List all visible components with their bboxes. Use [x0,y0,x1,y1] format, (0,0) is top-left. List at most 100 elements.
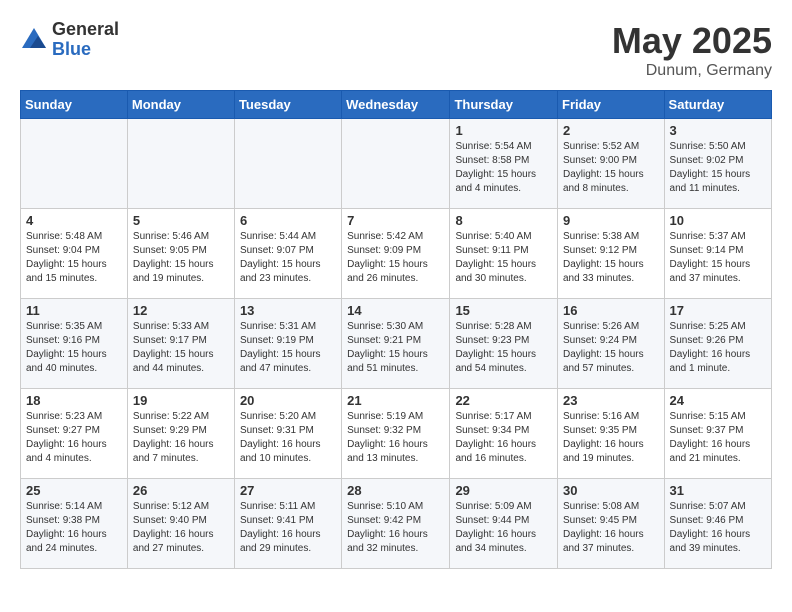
calendar-day-cell: 6 Sunrise: 5:44 AM Sunset: 9:07 PM Daylig… [234,209,341,299]
calendar-day-cell: 23 Sunrise: 5:16 AM Sunset: 9:35 PM Dayli… [558,389,665,479]
day-number: 22 [455,393,552,408]
weekday-header-tuesday: Tuesday [234,91,341,119]
day-info: Sunrise: 5:16 AM Sunset: 9:35 PM Dayligh… [563,410,659,466]
day-number: 4 [26,213,122,228]
day-number: 15 [455,303,552,318]
day-info: Sunrise: 5:14 AM Sunset: 9:38 PM Dayligh… [26,500,122,556]
weekday-header-sunday: Sunday [21,91,128,119]
day-number: 29 [455,483,552,498]
day-number: 26 [133,483,229,498]
weekday-header-wednesday: Wednesday [342,91,450,119]
title-block: May 2025 Dunum, Germany [612,20,772,80]
month-title: May 2025 [612,20,772,62]
calendar-day-cell: 22 Sunrise: 5:17 AM Sunset: 9:34 PM Dayli… [450,389,558,479]
calendar-day-cell: 17Sunrise: 5:25 AM Sunset: 9:26 PM Dayli… [664,299,771,389]
day-info: Sunrise: 5:31 AM Sunset: 9:19 PM Dayligh… [240,320,336,376]
empty-cell [21,119,128,209]
calendar-table: SundayMondayTuesdayWednesdayThursdayFrid… [20,90,772,569]
day-info: Sunrise: 5:19 AM Sunset: 9:32 PM Dayligh… [347,410,444,466]
calendar-day-cell: 30Sunrise: 5:08 AM Sunset: 9:45 PM Dayli… [558,479,665,569]
location-title: Dunum, Germany [612,62,772,80]
calendar-day-cell: 26Sunrise: 5:12 AM Sunset: 9:40 PM Dayli… [127,479,234,569]
calendar-day-cell: 21 Sunrise: 5:19 AM Sunset: 9:32 PM Dayli… [342,389,450,479]
calendar-day-cell: 27 Sunrise: 5:11 AM Sunset: 9:41 PM Dayli… [234,479,341,569]
calendar-day-cell: 16Sunrise: 5:26 AM Sunset: 9:24 PM Dayli… [558,299,665,389]
calendar-day-cell: 7 Sunrise: 5:42 AM Sunset: 9:09 PM Daylig… [342,209,450,299]
logo-blue: Blue [52,40,119,60]
calendar-day-cell: 28 Sunrise: 5:10 AM Sunset: 9:42 PM Dayli… [342,479,450,569]
day-info: Sunrise: 5:22 AM Sunset: 9:29 PM Dayligh… [133,410,229,466]
day-number: 20 [240,393,336,408]
calendar-week-row: 11 Sunrise: 5:35 AM Sunset: 9:16 PM Dayli… [21,299,772,389]
day-info: Sunrise: 5:17 AM Sunset: 9:34 PM Dayligh… [455,410,552,466]
calendar-week-row: 18Sunrise: 5:23 AM Sunset: 9:27 PM Dayli… [21,389,772,479]
day-number: 31 [670,483,766,498]
calendar-day-cell: 3Sunrise: 5:50 AM Sunset: 9:02 PM Daylig… [664,119,771,209]
day-number: 2 [563,123,659,138]
day-info: Sunrise: 5:25 AM Sunset: 9:26 PM Dayligh… [670,320,766,376]
empty-cell [127,119,234,209]
day-number: 13 [240,303,336,318]
calendar-day-cell: 20 Sunrise: 5:20 AM Sunset: 9:31 PM Dayli… [234,389,341,479]
calendar-day-cell: 25 Sunrise: 5:14 AM Sunset: 9:38 PM Dayli… [21,479,128,569]
day-number: 14 [347,303,444,318]
day-number: 28 [347,483,444,498]
calendar-day-cell: 13 Sunrise: 5:31 AM Sunset: 9:19 PM Dayli… [234,299,341,389]
day-number: 25 [26,483,122,498]
day-number: 8 [455,213,552,228]
calendar-day-cell: 11 Sunrise: 5:35 AM Sunset: 9:16 PM Dayli… [21,299,128,389]
calendar-day-cell: 10Sunrise: 5:37 AM Sunset: 9:14 PM Dayli… [664,209,771,299]
day-info: Sunrise: 5:50 AM Sunset: 9:02 PM Dayligh… [670,140,766,196]
day-info: Sunrise: 5:46 AM Sunset: 9:05 PM Dayligh… [133,230,229,286]
weekday-header-thursday: Thursday [450,91,558,119]
calendar-week-row: 4 Sunrise: 5:48 AM Sunset: 9:04 PM Daylig… [21,209,772,299]
day-number: 27 [240,483,336,498]
day-number: 9 [563,213,659,228]
empty-cell [342,119,450,209]
day-info: Sunrise: 5:40 AM Sunset: 9:11 PM Dayligh… [455,230,552,286]
day-info: Sunrise: 5:15 AM Sunset: 9:37 PM Dayligh… [670,410,766,466]
day-info: Sunrise: 5:54 AM Sunset: 8:58 PM Dayligh… [455,140,552,196]
calendar-day-cell: 19Sunrise: 5:22 AM Sunset: 9:29 PM Dayli… [127,389,234,479]
day-info: Sunrise: 5:37 AM Sunset: 9:14 PM Dayligh… [670,230,766,286]
empty-cell [234,119,341,209]
calendar-week-row: 1 Sunrise: 5:54 AM Sunset: 8:58 PM Daylig… [21,119,772,209]
calendar-day-cell: 24 Sunrise: 5:15 AM Sunset: 9:37 PM Dayli… [664,389,771,479]
day-info: Sunrise: 5:52 AM Sunset: 9:00 PM Dayligh… [563,140,659,196]
day-number: 23 [563,393,659,408]
day-info: Sunrise: 5:38 AM Sunset: 9:12 PM Dayligh… [563,230,659,286]
day-info: Sunrise: 5:44 AM Sunset: 9:07 PM Dayligh… [240,230,336,286]
day-number: 11 [26,303,122,318]
day-info: Sunrise: 5:23 AM Sunset: 9:27 PM Dayligh… [26,410,122,466]
weekday-header-monday: Monday [127,91,234,119]
weekday-header-row: SundayMondayTuesdayWednesdayThursdayFrid… [21,91,772,119]
day-info: Sunrise: 5:35 AM Sunset: 9:16 PM Dayligh… [26,320,122,376]
day-info: Sunrise: 5:10 AM Sunset: 9:42 PM Dayligh… [347,500,444,556]
logo-icon [20,26,48,54]
day-info: Sunrise: 5:48 AM Sunset: 9:04 PM Dayligh… [26,230,122,286]
calendar-day-cell: 15 Sunrise: 5:28 AM Sunset: 9:23 PM Dayli… [450,299,558,389]
day-info: Sunrise: 5:30 AM Sunset: 9:21 PM Dayligh… [347,320,444,376]
calendar-day-cell: 5Sunrise: 5:46 AM Sunset: 9:05 PM Daylig… [127,209,234,299]
day-info: Sunrise: 5:33 AM Sunset: 9:17 PM Dayligh… [133,320,229,376]
calendar-day-cell: 31 Sunrise: 5:07 AM Sunset: 9:46 PM Dayli… [664,479,771,569]
day-info: Sunrise: 5:26 AM Sunset: 9:24 PM Dayligh… [563,320,659,376]
calendar-day-cell: 1 Sunrise: 5:54 AM Sunset: 8:58 PM Daylig… [450,119,558,209]
day-info: Sunrise: 5:28 AM Sunset: 9:23 PM Dayligh… [455,320,552,376]
calendar-day-cell: 9 Sunrise: 5:38 AM Sunset: 9:12 PM Daylig… [558,209,665,299]
calendar-day-cell: 8 Sunrise: 5:40 AM Sunset: 9:11 PM Daylig… [450,209,558,299]
day-number: 21 [347,393,444,408]
logo-general: General [52,20,119,40]
calendar-day-cell: 29Sunrise: 5:09 AM Sunset: 9:44 PM Dayli… [450,479,558,569]
day-info: Sunrise: 5:07 AM Sunset: 9:46 PM Dayligh… [670,500,766,556]
day-info: Sunrise: 5:20 AM Sunset: 9:31 PM Dayligh… [240,410,336,466]
day-number: 24 [670,393,766,408]
weekday-header-friday: Friday [558,91,665,119]
logo-text: General Blue [52,20,119,60]
day-info: Sunrise: 5:11 AM Sunset: 9:41 PM Dayligh… [240,500,336,556]
day-info: Sunrise: 5:42 AM Sunset: 9:09 PM Dayligh… [347,230,444,286]
day-number: 1 [455,123,552,138]
day-number: 7 [347,213,444,228]
weekday-header-saturday: Saturday [664,91,771,119]
day-number: 6 [240,213,336,228]
